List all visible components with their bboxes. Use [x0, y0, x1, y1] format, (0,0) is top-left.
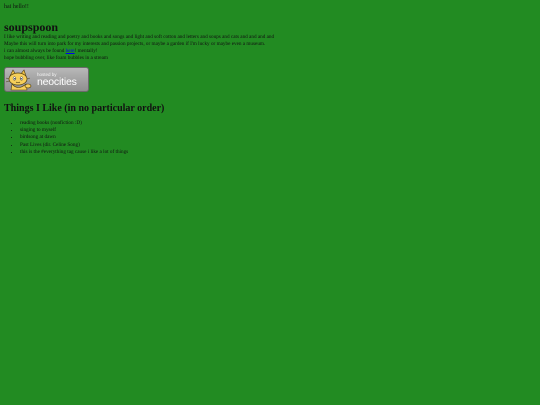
hope-paragraph: hope bubbling over, like foam bubbles in… [4, 55, 108, 61]
hosted-by-neocities-badge[interactable]: hosted by neocities [4, 67, 89, 92]
likes-list: reading books (nonfiction :D) singing to… [4, 120, 536, 156]
neocities-cat-mascot-icon [6, 69, 32, 91]
list-item: singing to myself [20, 127, 536, 134]
page-title: soupspoon [4, 20, 59, 34]
location-text-before: i can almost always be found [4, 48, 66, 54]
location-text-after: ! mentally! [74, 48, 98, 54]
page-content: hai hello!! soupspoon I like writing and… [4, 0, 536, 156]
likes-heading: Things I Like (in no particular order) [4, 103, 165, 114]
greeting-text: hai hello!! [4, 4, 29, 10]
list-item: Past Lives (dir. Celine Song) [20, 142, 536, 149]
intro-paragraph: I like writing and reading and poetry an… [4, 34, 275, 40]
here-link[interactable]: here [66, 48, 75, 54]
list-item: reading books (nonfiction :D) [20, 120, 536, 127]
location-paragraph: i can almost always be found here! menta… [4, 48, 536, 55]
badge-brand-label: neocities [37, 76, 77, 88]
list-item: birdsong at dawn [20, 134, 536, 141]
purpose-paragraph: Maybe this will turn into park for my in… [4, 41, 266, 47]
list-item: this is the #everything tag cause i like… [20, 149, 536, 156]
